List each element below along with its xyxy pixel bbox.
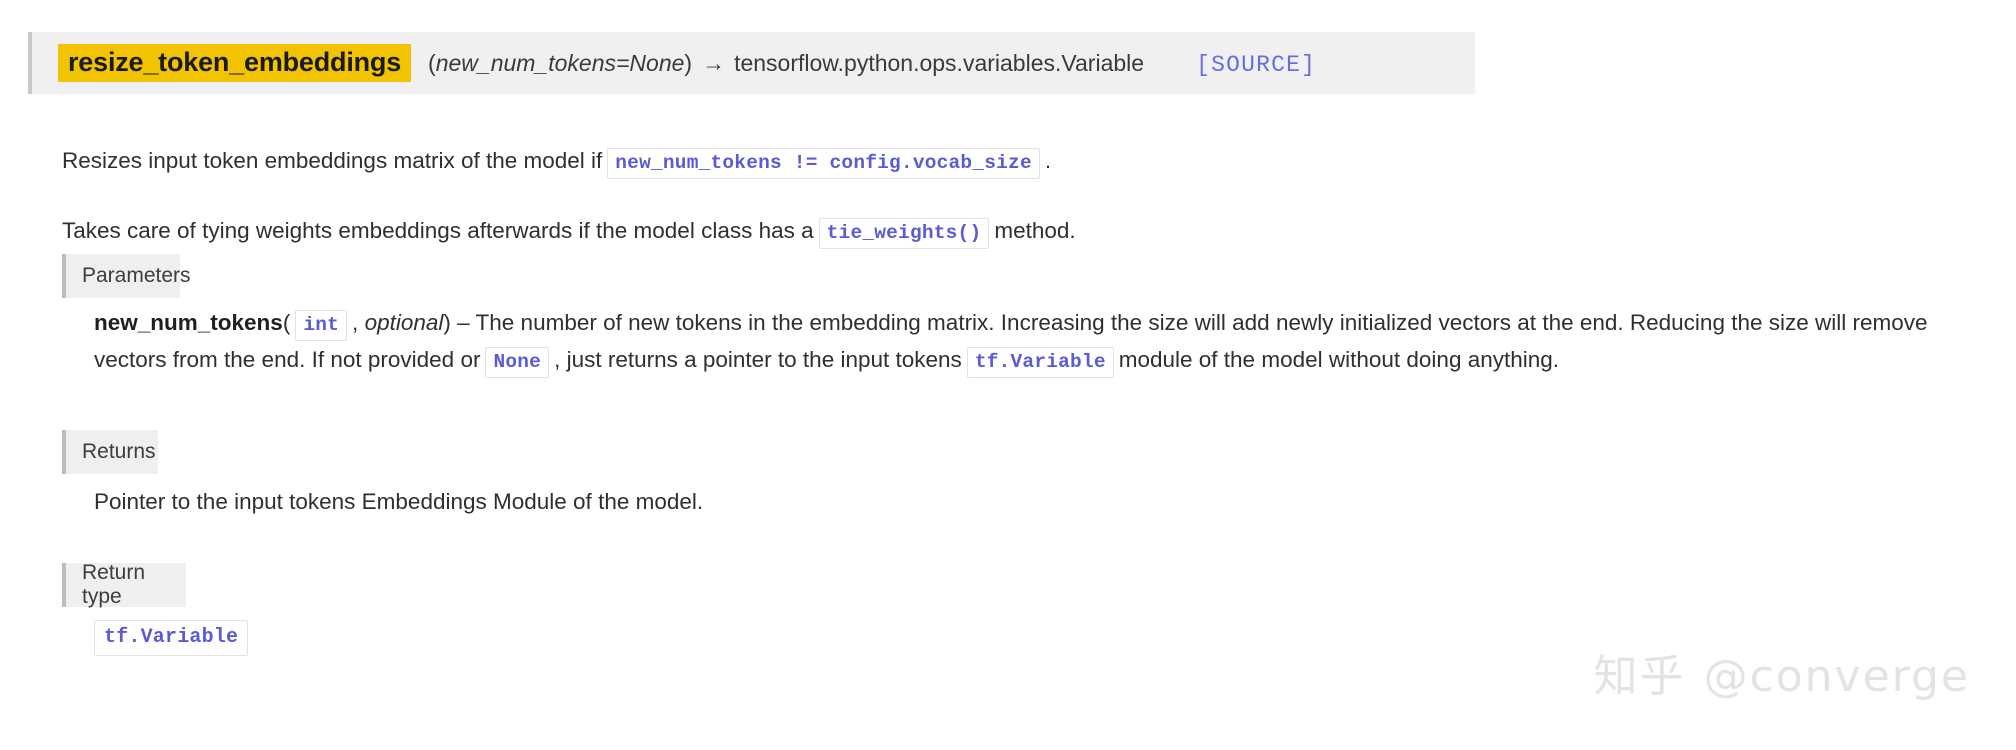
param-type-paren-open: ( <box>282 310 291 335</box>
param-type-paren-close: ) <box>443 310 451 335</box>
return-arrow-icon: → <box>702 50 726 76</box>
signature-parameters: (new_num_tokens=None) <box>428 50 692 77</box>
method-name: resize_token_embeddings <box>58 44 412 82</box>
param-description-part-3: module of the model without doing anythi… <box>1118 346 1560 372</box>
paren-close: ) <box>684 50 693 76</box>
inline-code-tf-variable: tf.Variable <box>966 346 1114 378</box>
paragraph-2-text-after: method. <box>994 217 1076 243</box>
field-body-parameters: new_num_tokens(int, optional) – The numb… <box>94 305 1929 378</box>
watermark: 知乎 @converge <box>1594 640 1970 704</box>
param-dash: – <box>457 310 470 335</box>
field-body-return-type: tf.Variable <box>94 617 253 656</box>
parameter-name: new_num_tokens <box>94 310 283 335</box>
signature-return-type: tensorflow.python.ops.variables.Variable <box>734 50 1145 76</box>
signature-inner: resize_token_embeddings (new_num_tokens=… <box>32 44 1316 82</box>
paragraph-1-text-before: Resizes input token embeddings matrix of… <box>62 147 603 173</box>
parameter-list: new_num_tokens=None <box>435 50 685 76</box>
field-header-return-type: Return type <box>62 561 186 608</box>
inline-code-none: None <box>485 346 550 378</box>
field-header-returns: Returns <box>62 430 158 474</box>
paragraph-1-text-after: . <box>1044 147 1052 173</box>
watermark-logo: 知乎 <box>1593 651 1686 702</box>
description-paragraph-1: Resizes input token embeddings matrix of… <box>62 145 1052 179</box>
paragraph-2-text-before: Takes care of tying weights embeddings a… <box>62 217 814 243</box>
inline-code-int: int <box>295 310 348 341</box>
source-link[interactable]: [SOURCE] <box>1196 52 1316 78</box>
param-description-part-2: , just returns a pointer to the input to… <box>554 346 962 372</box>
inline-code-tie-weights: tie_weights() <box>818 217 990 249</box>
description-paragraph-2: Takes care of tying weights embeddings a… <box>62 215 1076 249</box>
watermark-handle: @converge <box>1703 651 1970 702</box>
inline-code-return-tf-variable: tf.Variable <box>94 620 249 656</box>
param-type-separator: , <box>352 310 359 335</box>
field-body-returns: Pointer to the input tokens Embeddings M… <box>94 489 704 514</box>
inline-code-vocab-check: new_num_tokens != config.vocab_size <box>607 147 1040 179</box>
paren-open: ( <box>428 50 436 76</box>
method-signature-block: resize_token_embeddings (new_num_tokens=… <box>28 32 1475 94</box>
field-header-parameters: Parameters <box>62 254 191 298</box>
param-optional-label: optional <box>364 310 444 335</box>
